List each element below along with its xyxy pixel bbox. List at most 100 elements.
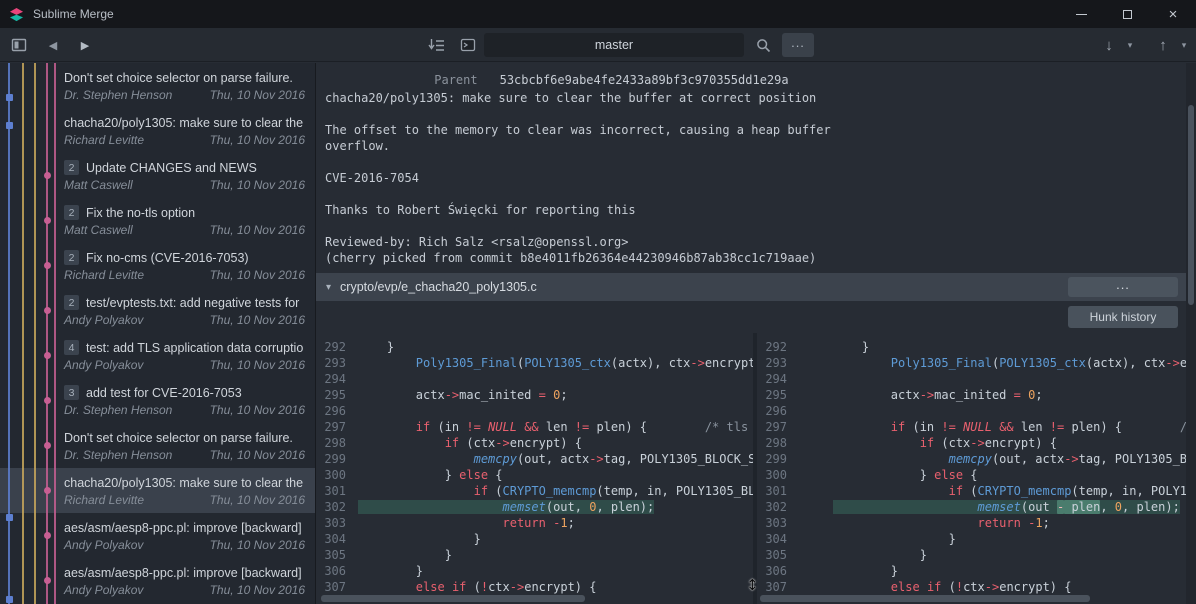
parent-hash[interactable]: 53cbcbf6e9abe4fe2433a89bf3c970355dd1e29a (500, 73, 789, 87)
diff-code-line: 292 } (761, 339, 1186, 355)
vertical-scrollbar[interactable] (1186, 63, 1196, 604)
chevron-down-icon: ▾ (1128, 40, 1133, 51)
commit-row[interactable]: 2test/evptests.txt: add negative tests f… (0, 288, 315, 333)
hunk-history-button[interactable]: Hunk history (1068, 306, 1178, 328)
commit-author: Dr. Stephen Henson (64, 448, 172, 462)
diff-code-line: 295 actx->mac_inited = 0; (761, 387, 1186, 403)
diff-left[interactable]: 292 }293 Poly1305_Final(POLY1305_ctx(act… (316, 333, 753, 604)
line-number: 293 (761, 355, 787, 371)
commit-date: Thu, 10 Nov 2016 (210, 268, 305, 282)
commit-message-line: overflow. (325, 138, 1196, 154)
line-number: 304 (761, 531, 787, 547)
chevron-down-icon: ▾ (1182, 40, 1187, 51)
maximize-button[interactable] (1104, 0, 1150, 28)
line-number: 296 (761, 403, 787, 419)
commit-author: Andy Polyakov (64, 583, 143, 597)
code-text: memcpy(out, actx->tag, POLY1305_BLOCK_S (358, 452, 753, 466)
code-text: } (358, 340, 394, 354)
line-number: 299 (761, 451, 787, 467)
minimize-button[interactable] (1058, 0, 1104, 28)
goto-commit-button[interactable] (422, 33, 450, 57)
close-icon: × (1169, 7, 1178, 22)
commit-message-line: The offset to the memory to clear was in… (325, 122, 1196, 138)
toolbar: ◀ ▶ master ... (0, 28, 1196, 62)
layout-icon (11, 38, 27, 52)
commit-row[interactable]: chacha20/poly1305: make sure to clear th… (0, 108, 315, 153)
commit-row[interactable]: 2Fix the no-tls optionMatt CaswellThu, 1… (0, 198, 315, 243)
commit-list: Don't set choice selector on parse failu… (0, 63, 315, 604)
diff-code-line: 292 } (320, 339, 753, 355)
line-number: 307 (761, 579, 787, 595)
line-number: 301 (761, 483, 787, 499)
push-button[interactable]: ↑ (1150, 33, 1176, 57)
line-number: 298 (320, 435, 346, 451)
command-box-button[interactable] (454, 33, 482, 57)
commit-row[interactable]: Don't set choice selector on parse failu… (0, 423, 315, 468)
back-button[interactable]: ◀ (40, 33, 66, 57)
pull-button[interactable]: ↓ (1096, 33, 1122, 57)
changed-code-text: memset(out - plen, 0, plen); (833, 500, 1180, 514)
diff-code-line: 302 memset(out, 0, plen); (320, 499, 753, 515)
line-number: 292 (761, 339, 787, 355)
commit-row[interactable]: 3add test for CVE-2016-7053Dr. Stephen H… (0, 378, 315, 423)
diff-code-line: 295 actx->mac_inited = 0; (320, 387, 753, 403)
line-number: 294 (320, 371, 346, 387)
commit-row[interactable]: aes/asm/aesp8-ppc.pl: improve [backward]… (0, 513, 315, 558)
diff-code-line: 303 return -1; (761, 515, 1186, 531)
diff-code-line: 296 (761, 403, 1186, 419)
vertical-scrollbar-thumb[interactable] (1188, 105, 1194, 305)
branch-selector[interactable]: master (484, 33, 744, 57)
diff-code-line: 306 } (320, 563, 753, 579)
goto-commit-icon (428, 38, 445, 53)
commit-message-line (325, 218, 1196, 234)
code-text: if (CRYPTO_memcmp(temp, in, POLY1305_BL (833, 484, 1186, 498)
search-button[interactable] (750, 33, 776, 57)
code-text: } (358, 564, 423, 578)
commit-row[interactable]: 4test: add TLS application data corrupti… (0, 333, 315, 378)
sublime-merge-window: Sublime Merge × ◀ ▶ (0, 0, 1196, 604)
line-number: 307 (320, 579, 346, 595)
diff-code-line: 293 Poly1305_Final(POLY1305_ctx(actx), c… (320, 355, 753, 371)
commit-meta: Matt CaswellThu, 10 Nov 2016 (64, 223, 305, 237)
diff-code-line: 307 else if (!ctx->encrypt) { (761, 579, 1186, 595)
diff-right[interactable]: 292 }293 Poly1305_Final(POLY1305_ctx(act… (757, 333, 1186, 604)
diff-code-line: 300 } else { (320, 467, 753, 483)
line-number: 300 (320, 467, 346, 483)
file-name: crypto/evp/e_chacha20_poly1305.c (340, 280, 537, 294)
diff-code-line: 303 return -1; (320, 515, 753, 531)
diff-code-line: 293 Poly1305_Final(POLY1305_ctx(actx), c… (761, 355, 1186, 371)
commit-row[interactable]: aes/asm/aesp8-ppc.pl: improve [backward]… (0, 558, 315, 603)
commit-date: Thu, 10 Nov 2016 (210, 538, 305, 552)
toolbar-more-button[interactable]: ... (782, 33, 814, 57)
file-more-button[interactable]: ... (1068, 277, 1178, 297)
diff-code-line: 297 if (in != NULL && len != plen) { /* … (761, 419, 1186, 435)
commit-meta: Richard LevitteThu, 10 Nov 2016 (64, 493, 305, 507)
commit-author: Andy Polyakov (64, 538, 143, 552)
line-number: 303 (761, 515, 787, 531)
code-text: } (833, 340, 869, 354)
commit-date: Thu, 10 Nov 2016 (210, 88, 305, 102)
commit-author: Matt Caswell (64, 178, 133, 192)
search-icon (756, 38, 771, 53)
push-options-button[interactable]: ▾ (1176, 33, 1192, 57)
diff-code-line: 299 memcpy(out, actx->tag, POLY1305_BLOC… (320, 451, 753, 467)
commit-title: 2Fix the no-tls option (64, 203, 305, 222)
pull-down-arrow-icon: ↓ (1105, 37, 1113, 54)
file-header-bar[interactable]: ▾ crypto/evp/e_chacha20_poly1305.c ... (316, 273, 1186, 301)
code-text: } else { (833, 468, 978, 482)
close-button[interactable]: × (1150, 0, 1196, 28)
layout-button[interactable] (6, 33, 32, 57)
line-number: 295 (761, 387, 787, 403)
commit-row[interactable]: Don't set choice selector on parse failu… (0, 63, 315, 108)
horizontal-scrollbar-left[interactable] (321, 595, 585, 602)
diff-code-line: 301 if (CRYPTO_memcmp(temp, in, POLY1305… (320, 483, 753, 499)
commit-row[interactable]: 2Fix no-cms (CVE-2016-7053)Richard Levit… (0, 243, 315, 288)
commit-row[interactable]: chacha20/poly1305: make sure to clear th… (0, 468, 315, 513)
commit-detail-panel: Parent53cbcbf6e9abe4fe2433a89bf3c970355d… (316, 63, 1196, 604)
horizontal-scrollbar-right[interactable] (760, 595, 1090, 602)
minimize-icon (1076, 14, 1087, 15)
pull-options-button[interactable]: ▾ (1122, 33, 1138, 57)
commit-row[interactable]: 2Update CHANGES and NEWSMatt CaswellThu,… (0, 153, 315, 198)
forward-button[interactable]: ▶ (72, 33, 98, 57)
forward-icon: ▶ (81, 39, 89, 52)
